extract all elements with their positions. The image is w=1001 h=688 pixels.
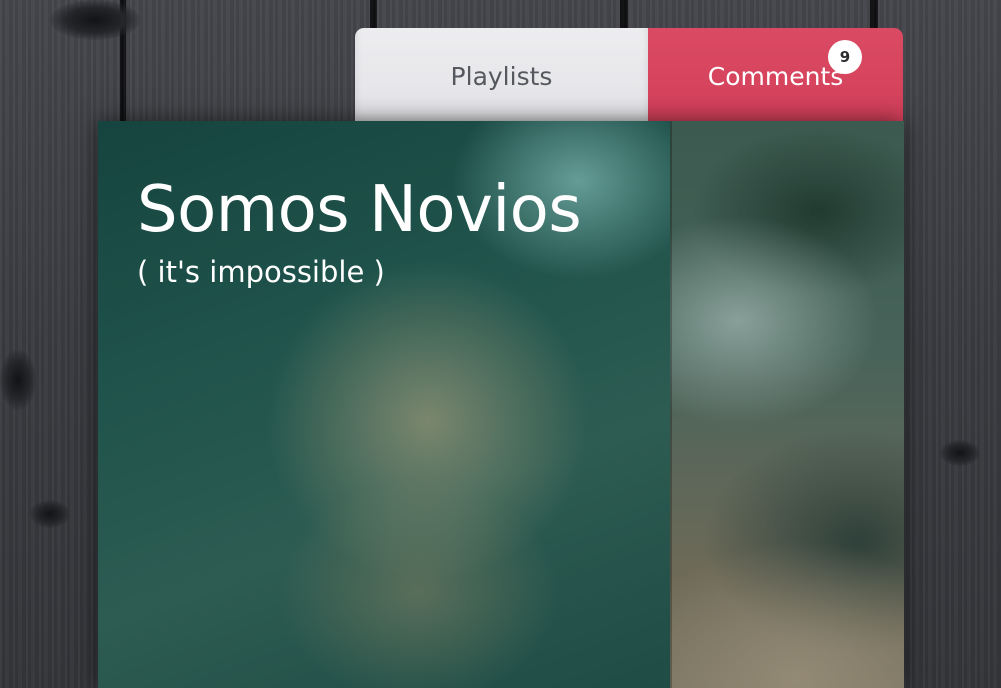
wood-knot [0,350,36,410]
tab-playlists[interactable]: Playlists [355,28,648,124]
tab-playlists-label: Playlists [450,62,553,91]
song-title: Somos Novios [137,173,582,247]
tab-comments[interactable]: Comments 9 [648,28,903,124]
wood-knot [50,0,140,40]
overlay-edge [670,121,672,688]
song-subtitle: ( it's impossible ) [137,255,385,289]
comments-count-badge: 9 [828,40,862,74]
wood-knot [30,500,70,528]
tab-comments-label: Comments [707,62,844,91]
song-card: Somos Novios ( it's impossible ) [98,121,904,688]
wood-knot [940,440,980,466]
tab-bar: Playlists Comments 9 [355,28,903,124]
